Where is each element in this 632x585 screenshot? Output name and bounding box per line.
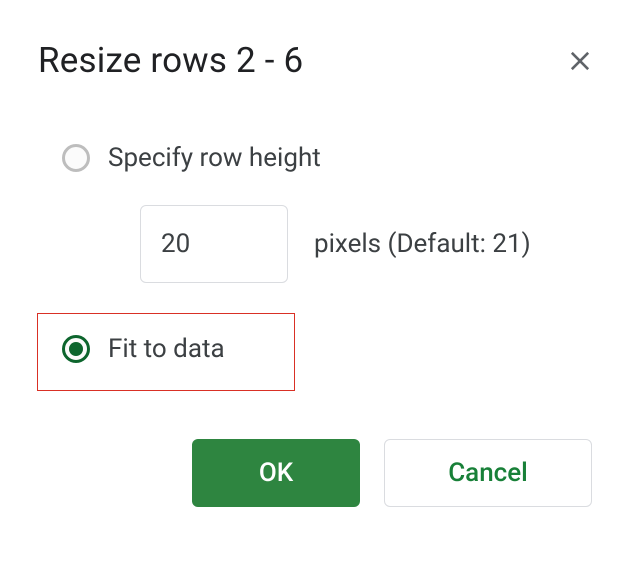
close-icon[interactable] (566, 47, 594, 75)
radio-fit[interactable] (62, 335, 90, 363)
option-fit-to-data[interactable]: Fit to data (37, 313, 295, 391)
unit-label: pixels (Default: 21) (314, 229, 531, 259)
row-height-input[interactable] (140, 205, 288, 283)
option-specify-label: Specify row height (108, 143, 321, 173)
option-fit-label: Fit to data (108, 334, 225, 364)
dialog-buttons: OK Cancel (192, 439, 594, 507)
cancel-button[interactable]: Cancel (384, 439, 592, 507)
dialog-header: Resize rows 2 - 6 (38, 40, 594, 81)
resize-rows-dialog: Resize rows 2 - 6 Specify row height pix… (0, 0, 632, 547)
ok-button[interactable]: OK (192, 439, 360, 507)
option-specify-row-height[interactable]: Specify row height (38, 131, 594, 185)
radio-specify[interactable] (62, 144, 90, 172)
row-height-input-row: pixels (Default: 21) (140, 205, 594, 283)
dialog-title: Resize rows 2 - 6 (38, 40, 303, 81)
